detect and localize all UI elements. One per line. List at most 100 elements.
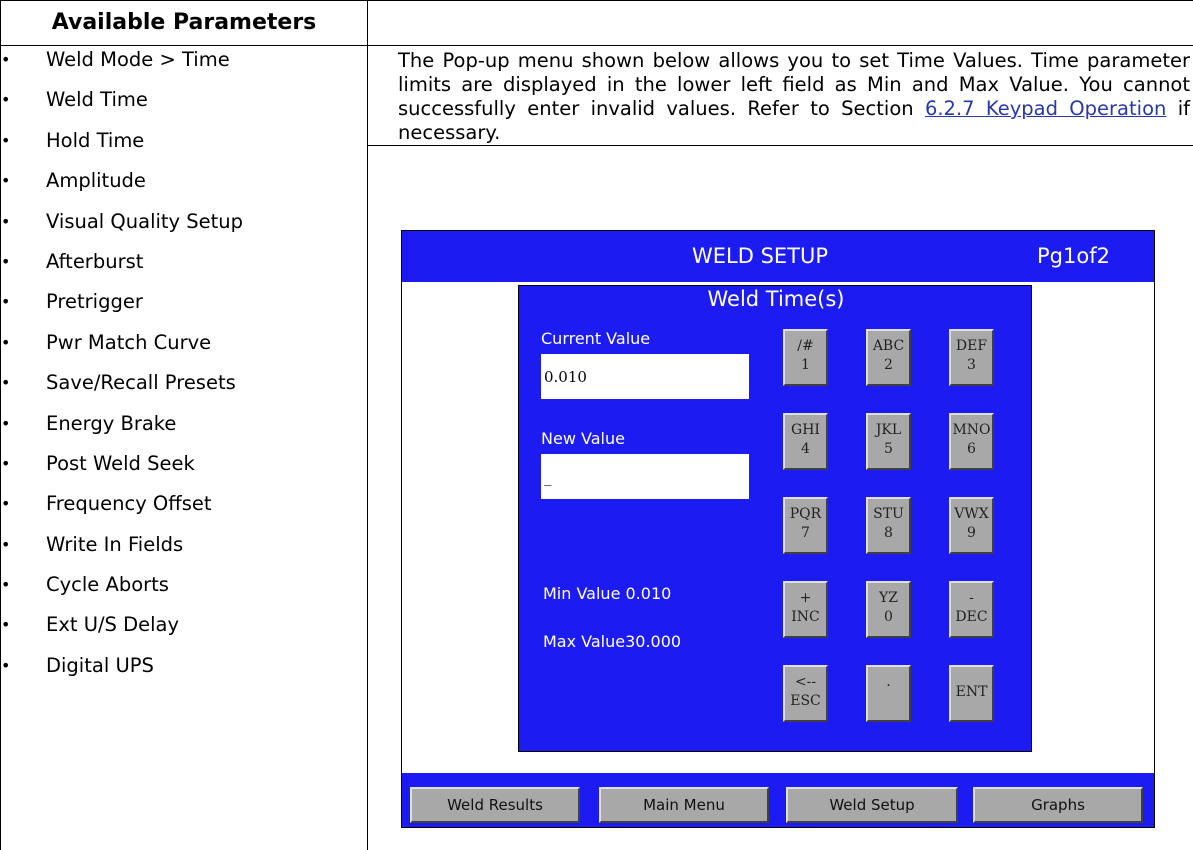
list-item: • Save/Recall Presets bbox=[0, 365, 366, 405]
parameter-label: Cycle Aborts bbox=[46, 573, 169, 597]
key-bottom-label: 1 bbox=[801, 357, 810, 373]
bullet-icon: • bbox=[1, 171, 11, 191]
key-top-label: JKL bbox=[875, 422, 902, 438]
keypad-operation-link[interactable]: 6.2.7 Keypad Operation bbox=[925, 97, 1166, 120]
bullet-icon: • bbox=[1, 211, 11, 231]
list-item: • Energy Brake bbox=[0, 406, 366, 446]
parameter-label: Weld Time bbox=[46, 88, 148, 112]
key-esc[interactable]: <-- ESC bbox=[783, 665, 828, 722]
key-bottom-label: 8 bbox=[884, 525, 893, 541]
key-bottom-label: 6 bbox=[967, 441, 976, 457]
key-bottom-label: ESC bbox=[790, 693, 821, 709]
parameter-label: Ext U/S Delay bbox=[46, 613, 180, 637]
bottom-nav-bar: Weld Results Main Menu Weld Setup Graphs bbox=[402, 773, 1154, 827]
bullet-icon: • bbox=[1, 130, 11, 150]
weld-setup-button[interactable]: Weld Setup bbox=[786, 787, 958, 823]
parameter-list: • Weld Mode > Time • Weld Time • Hold Time … bbox=[0, 42, 366, 688]
weld-time-popup: Weld Time(s) Current Value 0.010 New Val… bbox=[518, 285, 1032, 752]
bullet-icon: • bbox=[1, 292, 11, 312]
list-item: • Post Weld Seek bbox=[0, 446, 366, 486]
max-value-label: Max Value30.000 bbox=[543, 632, 682, 651]
list-item: • Weld Time bbox=[0, 82, 366, 122]
key-bottom-label: DEC bbox=[955, 609, 988, 625]
screen-title: WELD SETUP bbox=[692, 244, 829, 268]
key-top-label: PQR bbox=[789, 506, 822, 522]
key-7[interactable]: PQR 7 bbox=[783, 497, 828, 554]
parameter-label: Pwr Match Curve bbox=[46, 330, 212, 354]
screen-header: WELD SETUP Pg1of2 bbox=[402, 231, 1154, 282]
table-border-top bbox=[0, 0, 1193, 1]
key-top-label: ABC bbox=[872, 338, 905, 354]
key-enter[interactable]: ENT bbox=[949, 665, 994, 722]
table-header-title: Available Parameters bbox=[51, 10, 317, 35]
bullet-icon: • bbox=[1, 655, 11, 675]
graphs-button[interactable]: Graphs bbox=[973, 787, 1143, 823]
parameter-label: Post Weld Seek bbox=[46, 451, 195, 475]
popup-title: Weld Time(s) bbox=[707, 287, 845, 311]
key-bottom-label: 3 bbox=[967, 357, 976, 373]
key-bottom-label: INC bbox=[791, 609, 820, 625]
bullet-icon: • bbox=[1, 90, 11, 110]
parameter-label: Weld Mode > Time bbox=[46, 48, 230, 71]
list-item: • Amplitude bbox=[0, 163, 366, 203]
page-indicator: Pg1of2 bbox=[1037, 244, 1110, 268]
list-item: • Pwr Match Curve bbox=[0, 325, 366, 365]
key-top-label: + bbox=[799, 590, 812, 606]
key-top-label: YZ bbox=[879, 590, 898, 606]
list-item: • Afterburst bbox=[0, 244, 366, 284]
bullet-icon: • bbox=[1, 373, 11, 393]
list-item: • Frequency Offset bbox=[0, 486, 366, 526]
key-top-label: VWX bbox=[954, 506, 989, 522]
main-menu-button[interactable]: Main Menu bbox=[599, 787, 769, 823]
description-paragraph: The Pop-up menu shown below allows you t… bbox=[398, 49, 1190, 145]
bullet-icon: • bbox=[1, 494, 11, 514]
key-bottom-label: 5 bbox=[884, 441, 893, 457]
key-4[interactable]: GHI 4 bbox=[783, 413, 828, 470]
key-bottom-label: 4 bbox=[801, 441, 810, 457]
list-item: • Pretrigger bbox=[0, 284, 366, 324]
current-value-field: 0.010 bbox=[541, 354, 749, 399]
key-8[interactable]: STU 8 bbox=[866, 497, 911, 554]
weld-results-button[interactable]: Weld Results bbox=[410, 787, 580, 823]
parameter-label: Hold Time bbox=[46, 128, 145, 152]
key-top-label: /# bbox=[797, 338, 814, 354]
key-9[interactable]: VWX 9 bbox=[949, 497, 994, 554]
key-top-label: MNO bbox=[952, 422, 991, 438]
bullet-icon: • bbox=[1, 332, 11, 352]
key-top-label: GHI bbox=[791, 422, 820, 438]
key-dec[interactable]: - DEC bbox=[949, 581, 994, 638]
key-inc[interactable]: + INC bbox=[783, 581, 828, 638]
parameter-label: Write In Fields bbox=[46, 532, 184, 556]
key-top-label: - bbox=[969, 590, 974, 606]
bullet-icon: • bbox=[1, 413, 11, 433]
key-6[interactable]: MNO 6 bbox=[949, 413, 994, 470]
key-label: ENT bbox=[955, 684, 988, 700]
key-label: . bbox=[886, 674, 891, 690]
parameter-label: Energy Brake bbox=[46, 411, 177, 435]
current-value-label: Current Value bbox=[541, 329, 651, 348]
key-0[interactable]: YZ 0 bbox=[866, 581, 911, 638]
list-item: • Hold Time bbox=[0, 123, 366, 163]
bullet-icon: • bbox=[1, 453, 11, 473]
parameter-label: Afterburst bbox=[46, 249, 144, 273]
key-bottom-label: 2 bbox=[884, 357, 893, 373]
key-5[interactable]: JKL 5 bbox=[866, 413, 911, 470]
table-row-divider bbox=[368, 145, 1193, 146]
parameter-label: Frequency Offset bbox=[46, 492, 212, 516]
parameter-label: Visual Quality Setup bbox=[46, 209, 244, 233]
list-item: • Cycle Aborts bbox=[0, 567, 366, 607]
key-2[interactable]: ABC 2 bbox=[866, 329, 911, 386]
key-top-label: STU bbox=[873, 506, 904, 522]
parameter-label: Digital UPS bbox=[46, 653, 154, 677]
bullet-icon: • bbox=[1, 50, 11, 69]
table-column-divider bbox=[367, 0, 368, 850]
key-top-label: <-- bbox=[794, 674, 817, 690]
key-1[interactable]: /# 1 bbox=[783, 329, 828, 386]
key-decimal-point[interactable]: . bbox=[866, 665, 911, 722]
key-bottom-label: 0 bbox=[884, 609, 893, 625]
min-value-label: Min Value 0.010 bbox=[543, 584, 672, 603]
list-item: • Write In Fields bbox=[0, 527, 366, 567]
key-3[interactable]: DEF 3 bbox=[949, 329, 994, 386]
new-value-input[interactable]: _ bbox=[541, 454, 749, 499]
parameter-label: Amplitude bbox=[46, 169, 146, 193]
